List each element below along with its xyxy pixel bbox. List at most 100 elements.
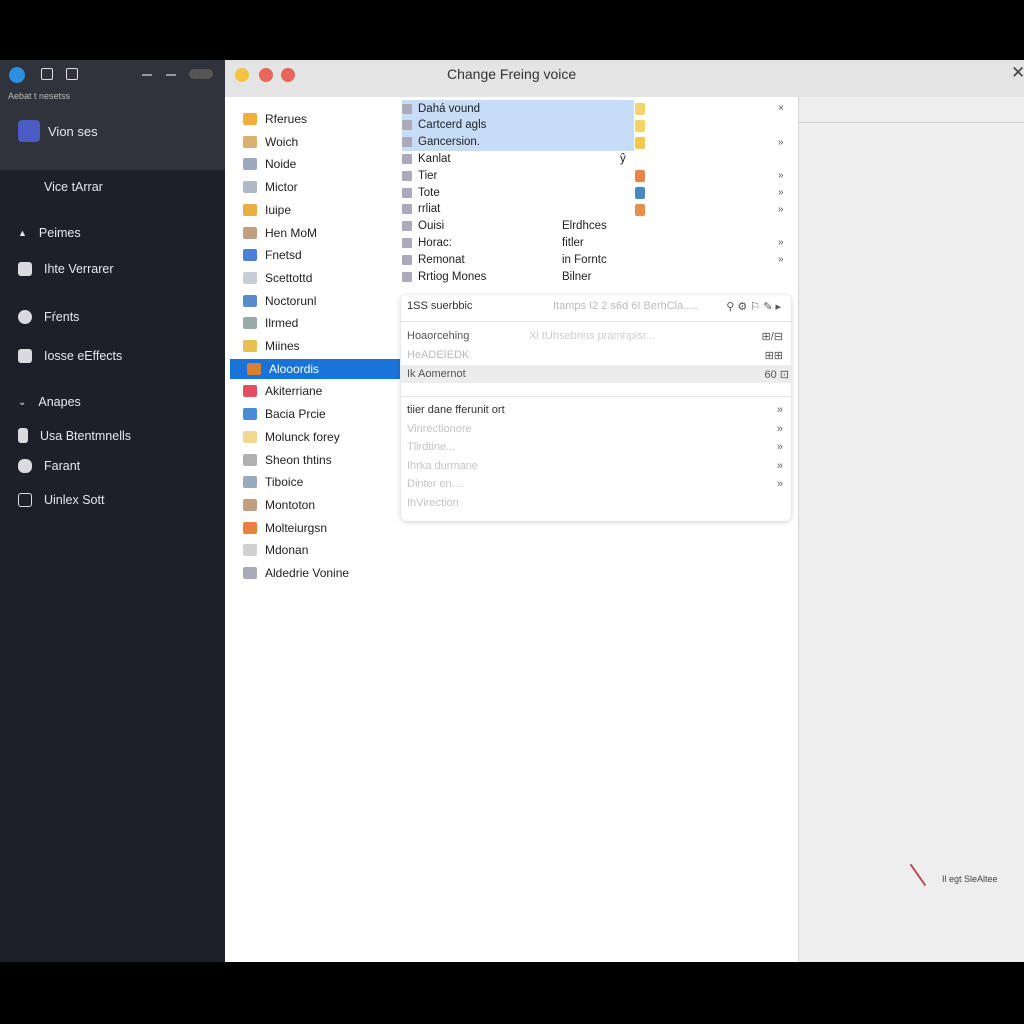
menu-item[interactable]: rrliat » [402,201,796,218]
popup-option[interactable]: Ik Aomernot 60 ⊡ [401,365,791,383]
menu-item[interactable]: Tier » [402,167,796,184]
app-logo-icon[interactable] [9,67,25,83]
list-item[interactable]: Noctorunl [243,291,400,311]
popup-menu-item[interactable]: Vinrectionore » [407,420,785,438]
sidebar-item[interactable]: Usa Btentmnells [18,428,131,443]
item-icon [402,204,412,215]
minimize-icon[interactable] [142,74,152,76]
submenu-arrow-icon[interactable]: » [778,254,786,265]
popup-menu-item[interactable]: Dinter en.... » [407,475,785,493]
menu-item-label: Kanlat [418,152,451,165]
sidebar-item[interactable]: Vice tArrar [44,180,103,194]
list-item[interactable]: Alooordis [230,358,400,379]
submenu-arrow-icon[interactable]: » [777,478,783,490]
voice-icon [243,385,257,398]
toggle-pill[interactable] [189,69,213,79]
sidebar-item[interactable]: Farant [18,459,80,473]
sidebar-item[interactable]: Uinlex Sott [18,493,104,507]
menu-item[interactable]: Remonat in Forntc » [402,251,796,268]
menu-item[interactable]: Rrtiog Mones Bilner [402,268,796,285]
list-item[interactable]: Woich [243,132,400,152]
submenu-arrow-icon[interactable]: » [777,423,783,435]
color-swatch[interactable] [635,170,645,183]
color-swatch[interactable] [635,203,645,216]
menu-item[interactable]: Horac: fitler » [402,234,796,251]
sidebar-item[interactable]: ⌄ Anapes [18,395,81,409]
list-item-label: Woich [265,134,299,149]
toolbar-icons[interactable]: ⚲ ⚙ ⚐ ✎ ▸ [726,300,781,313]
list-item[interactable]: Miines [243,336,400,356]
list-item[interactable]: Iuipe [243,200,400,220]
voice-icon [243,544,257,557]
sidebar-item-label: Uinlex Sott [44,493,105,507]
list-item[interactable]: Mdonan [243,540,400,560]
list-item[interactable]: Molteiurgsn [243,518,400,538]
option-icons[interactable]: ⊞/⊟ [762,330,784,343]
menu-item[interactable]: Tote » [402,184,796,201]
submenu-arrow-icon[interactable]: » [778,187,786,198]
list-item[interactable]: Akiterriane [243,381,400,401]
submenu-arrow-icon[interactable]: » [778,170,786,181]
list-item[interactable]: Montoton [243,495,400,515]
sidebar-item[interactable]: Fŕents [18,310,79,324]
stack-icon [18,349,32,363]
list-item[interactable]: Bacia Prcie [243,404,400,424]
close-icon[interactable]: ✕ [1011,63,1024,83]
list-item-label: Scettottd [265,270,313,285]
color-swatch[interactable] [635,187,645,199]
menu-item[interactable]: Dahá vound × [402,100,784,117]
list-item[interactable]: Mictor [243,177,400,197]
list-item[interactable]: Noide [243,154,400,174]
list-item[interactable]: Tiboice [243,472,400,492]
list-item-label: Aldedrie Vonine [265,566,350,580]
close-button[interactable] [281,68,295,82]
list-item[interactable]: Scettottd [243,268,400,288]
list-item[interactable]: Rferues [243,109,400,129]
menu-item[interactable]: Kanlat ŷ [402,150,796,167]
color-swatch[interactable] [635,119,645,132]
popup-menu-item[interactable]: tiier dane fferunit ort » [407,401,785,419]
sidebar-item[interactable]: ▲ Peimes [18,226,81,240]
sidebar-item[interactable]: Iosse eEffects [18,349,122,363]
list-item[interactable]: Sheon thtins [243,450,400,470]
popup-option[interactable]: HeADEIEDK ⊞⊞ [407,346,785,364]
voice-icon [243,567,257,579]
list-item[interactable]: Fnetsd [243,245,400,265]
submenu-arrow-icon[interactable]: » [777,441,783,453]
list-item-label: Akiterriane [265,384,323,399]
maximize-icon[interactable] [166,74,176,76]
list-item[interactable]: Molunck forey [243,427,400,447]
list-item[interactable]: Aldedrie Vonine [243,563,400,583]
popup-menu-item[interactable]: IhVirection [407,494,785,512]
popup-menu-item[interactable]: Tlirdtine... » [407,438,785,456]
new-window-icon[interactable] [66,68,78,80]
menu-item-label: tiier dane fferunit ort [407,404,505,416]
submenu-arrow-icon[interactable]: » [778,204,786,215]
sidebar-item-label: Usa Btentmnells [40,428,132,443]
submenu-arrow-icon[interactable]: » [777,460,783,472]
list-item[interactable]: Ilrmed [243,313,400,333]
sidebar-item-label: Anapes [38,395,81,409]
window-icon[interactable] [41,68,53,80]
color-swatch[interactable] [635,136,645,149]
popup-option[interactable]: Hoaorcehing Xl tUhsebnns pramnpisr... ⊞/⊟ [407,327,785,345]
voice-icon [243,249,257,262]
color-swatch[interactable] [635,103,645,115]
minimize-button[interactable] [235,68,249,82]
menu-item[interactable]: Ouisi Elrdhces [402,218,796,235]
menu-item-label: Horac: [418,236,452,249]
circle-icon [18,459,32,473]
popup-menu-item[interactable]: Ihrka durmane » [407,457,785,475]
sidebar-header-item[interactable]: Vion ses [18,120,98,142]
submenu-arrow-icon[interactable]: » [778,237,786,248]
cloud-icon [18,262,32,276]
list-item[interactable]: Hen MoM [243,223,400,243]
menu-item[interactable]: Cartcerd agls [402,116,645,134]
option-icons[interactable]: ⊞⊞ [765,349,783,362]
sidebar-item[interactable]: Ihte Verrarer [18,262,113,276]
menu-item[interactable]: Gancersion.» [402,133,784,151]
option-icons[interactable]: 60 ⊡ [764,368,789,381]
chevron-down-icon: ⌄ [18,396,27,408]
zoom-button[interactable] [259,68,273,82]
submenu-arrow-icon[interactable]: » [777,404,783,416]
